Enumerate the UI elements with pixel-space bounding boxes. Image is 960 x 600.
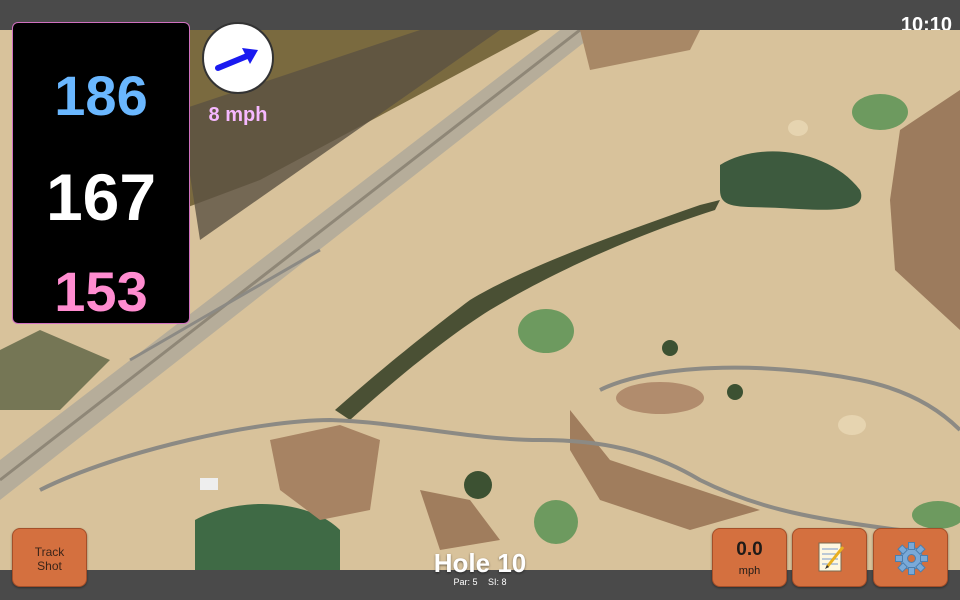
settings-button[interactable] (873, 528, 948, 587)
front-distance: 153 (54, 260, 148, 323)
green-1 (852, 94, 908, 130)
wind-indicator (202, 22, 274, 94)
track-shot-label-line2: Shot (37, 559, 62, 573)
sand-trap (838, 415, 866, 435)
notepad-icon (818, 542, 845, 572)
hole-par: Par: 5 (453, 577, 478, 587)
green-3 (534, 500, 578, 544)
speed-value: 0.0 (736, 539, 763, 560)
bunker-1 (616, 382, 704, 414)
sand-trap-2 (788, 120, 808, 136)
hole-si: SI: 8 (488, 577, 507, 587)
distance-panel: 186 167 153 (12, 22, 190, 324)
building (200, 478, 218, 490)
middle-distance: 167 (45, 160, 157, 234)
speed-unit: mph (738, 565, 761, 577)
track-shot-button[interactable]: Track Shot (12, 528, 87, 587)
track-shot-label-line1: Track (34, 545, 65, 559)
back-distance: 186 (54, 64, 148, 127)
notes-button[interactable] (792, 528, 867, 587)
wind-direction-arrow-icon (215, 48, 258, 71)
hole-title: Hole 10 (433, 548, 527, 578)
hole-info: Par: 5 SI: 8 (380, 577, 580, 587)
wind-speed-label: 8 mph (208, 104, 268, 126)
gear-icon (895, 542, 928, 575)
speed-button[interactable]: 0.0 mph (712, 528, 787, 587)
tree-cluster (464, 471, 492, 499)
green-2 (518, 309, 574, 353)
